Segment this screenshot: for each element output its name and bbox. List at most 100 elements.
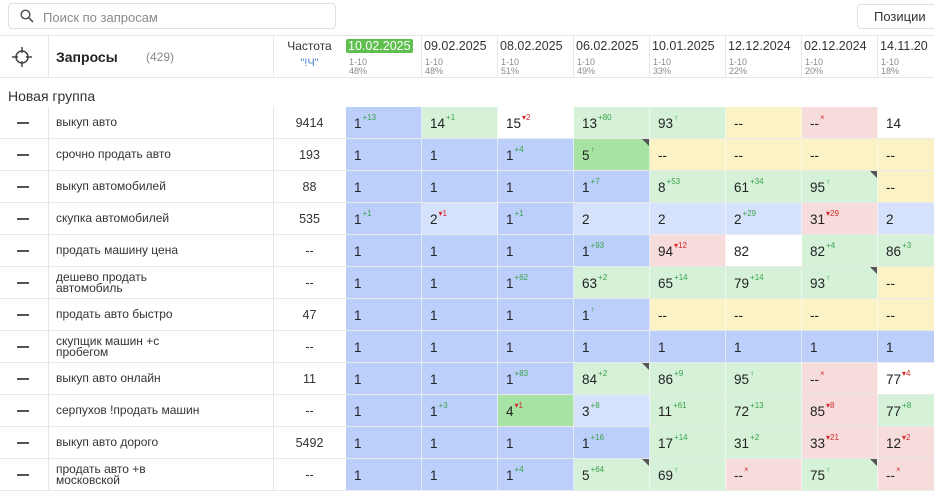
position-cell[interactable]: 77+8 [878, 395, 934, 426]
position-cell[interactable]: 1 [346, 299, 422, 330]
position-cell[interactable]: -- [650, 299, 726, 330]
position-cell[interactable]: -- [802, 139, 878, 170]
position-cell[interactable]: -- [650, 139, 726, 170]
position-cell[interactable]: 1 [422, 427, 498, 458]
position-cell[interactable]: 1+4 [498, 139, 574, 170]
table-row[interactable]: продать авто +в московской -- 1 1 1+4 5+64 69↑… [0, 459, 934, 491]
date-column-header[interactable]: 02.12.2024 [802, 39, 869, 53]
date-column-header[interactable]: 14.11.20 [878, 39, 930, 53]
position-cell[interactable]: 1 [422, 331, 498, 362]
query-keyword[interactable]: продать машину цена [56, 244, 266, 256]
position-cell[interactable]: 1 [878, 331, 934, 362]
date-column-header[interactable]: 06.02.2025 [574, 39, 641, 53]
position-cell[interactable]: 1+13 [346, 107, 422, 138]
query-keyword[interactable]: скупка автомобилей [56, 212, 266, 224]
position-cell[interactable]: 2 [650, 203, 726, 234]
position-cell[interactable]: 1+3 [422, 395, 498, 426]
position-cell[interactable]: -- [726, 139, 802, 170]
table-row[interactable]: выкуп автомобилей 88 1 1 1 1+7 8+53 61+34 95↑ -- [0, 171, 934, 203]
query-keyword[interactable]: продать авто быстро [56, 308, 266, 320]
position-cell[interactable]: 15▾2 [498, 107, 574, 138]
search-box[interactable] [8, 3, 336, 29]
position-cell[interactable]: 1 [346, 139, 422, 170]
position-cell[interactable]: 85▾8 [802, 395, 878, 426]
position-cell[interactable]: --× [802, 107, 878, 138]
position-cell[interactable]: 82+4 [802, 235, 878, 266]
group-label[interactable]: Новая группа [8, 88, 95, 104]
position-cell[interactable]: 1↑ [574, 299, 650, 330]
position-cell[interactable]: 93↑ [802, 267, 878, 298]
position-cell[interactable]: 33▾21 [802, 427, 878, 458]
position-cell[interactable]: 1 [498, 299, 574, 330]
query-keyword[interactable]: выкуп авто дорого [56, 436, 266, 448]
position-cell[interactable]: 17+14 [650, 427, 726, 458]
position-cell[interactable]: 1 [346, 459, 422, 490]
table-row[interactable]: срочно продать авто 193 1 1 1+4 5↑ -- -- -- -- [0, 139, 934, 171]
position-cell[interactable]: -- [726, 299, 802, 330]
position-cell[interactable]: 1 [422, 459, 498, 490]
position-cell[interactable]: 2+29 [726, 203, 802, 234]
collapse-dash-icon[interactable] [17, 186, 29, 188]
table-row[interactable]: серпухов !продать машин -- 1 1+3 4▾1 3+8 11+61… [0, 395, 934, 427]
search-input[interactable] [41, 6, 325, 28]
query-keyword[interactable]: дешево продать автомобиль [56, 271, 176, 294]
position-cell[interactable]: 1 [346, 363, 422, 394]
collapse-dash-icon[interactable] [17, 122, 29, 124]
position-cell[interactable]: --× [802, 363, 878, 394]
table-row[interactable]: дешево продать автомобиль -- 1 1 1+62 63+2 65+… [0, 267, 934, 299]
position-cell[interactable]: 93↑ [650, 107, 726, 138]
collapse-dash-icon[interactable] [17, 282, 29, 284]
collapse-dash-icon[interactable] [17, 346, 29, 348]
position-cell[interactable]: 1+1 [346, 203, 422, 234]
position-cell[interactable]: 14 [878, 107, 934, 138]
position-cell[interactable]: -- [802, 299, 878, 330]
position-cell[interactable]: 95↑ [726, 363, 802, 394]
position-cell[interactable]: 86+9 [650, 363, 726, 394]
position-cell[interactable]: 94▾12 [650, 235, 726, 266]
position-cell[interactable]: 13+80 [574, 107, 650, 138]
position-cell[interactable]: 1+7 [574, 171, 650, 202]
position-cell[interactable]: 72+13 [726, 395, 802, 426]
position-cell[interactable]: 2 [574, 203, 650, 234]
position-cell[interactable]: -- [878, 171, 934, 202]
position-cell[interactable]: 1+1 [498, 203, 574, 234]
position-cell[interactable]: -- [878, 267, 934, 298]
collapse-dash-icon[interactable] [17, 474, 29, 476]
position-cell[interactable]: 63+2 [574, 267, 650, 298]
query-keyword[interactable]: выкуп авто [56, 116, 266, 128]
position-cell[interactable]: 1 [574, 331, 650, 362]
positions-button[interactable]: Позиции [857, 4, 934, 29]
position-cell[interactable]: 1 [422, 363, 498, 394]
position-cell[interactable]: 4▾1 [498, 395, 574, 426]
position-cell[interactable]: --× [878, 459, 934, 490]
collapse-dash-icon[interactable] [17, 154, 29, 156]
frequency-type-link[interactable]: "!Ч" [274, 57, 345, 69]
position-cell[interactable]: 1 [498, 427, 574, 458]
position-cell[interactable]: 1+83 [498, 363, 574, 394]
position-cell[interactable]: 1 [422, 267, 498, 298]
position-cell[interactable]: 86+3 [878, 235, 934, 266]
collapse-dash-icon[interactable] [17, 410, 29, 412]
table-row[interactable]: выкуп авто 9414 1+13 14+1 15▾2 13+80 93↑ -- --× 1… [0, 107, 934, 139]
position-cell[interactable]: -- [878, 299, 934, 330]
target-icon[interactable] [11, 46, 33, 68]
table-row[interactable]: выкуп авто онлайн 11 1 1 1+83 84+2 86+9 95↑ --× 7… [0, 363, 934, 395]
position-cell[interactable]: 1+62 [498, 267, 574, 298]
position-cell[interactable]: 95↑ [802, 171, 878, 202]
position-cell[interactable]: 31+2 [726, 427, 802, 458]
position-cell[interactable]: 1 [422, 171, 498, 202]
position-cell[interactable]: 1+16 [574, 427, 650, 458]
position-cell[interactable]: 1 [346, 171, 422, 202]
date-column-header[interactable]: 09.02.2025 [422, 39, 489, 53]
table-row[interactable]: выкуп авто дорого 5492 1 1 1 1+16 17+14 31+2 33▾… [0, 427, 934, 459]
position-cell[interactable]: 65+14 [650, 267, 726, 298]
position-cell[interactable]: 2 [878, 203, 934, 234]
position-cell[interactable]: 1+4 [498, 459, 574, 490]
frequency-header[interactable]: Частота [274, 39, 345, 53]
table-row[interactable]: скупщик машин +с пробегом -- 1 1 1 1 1 1 1 1 [0, 331, 934, 363]
position-cell[interactable]: 1 [346, 235, 422, 266]
date-column-header[interactable]: 12.12.2024 [726, 39, 793, 53]
position-cell[interactable]: 2▾1 [422, 203, 498, 234]
position-cell[interactable]: -- [726, 107, 802, 138]
position-cell[interactable]: 75↑ [802, 459, 878, 490]
